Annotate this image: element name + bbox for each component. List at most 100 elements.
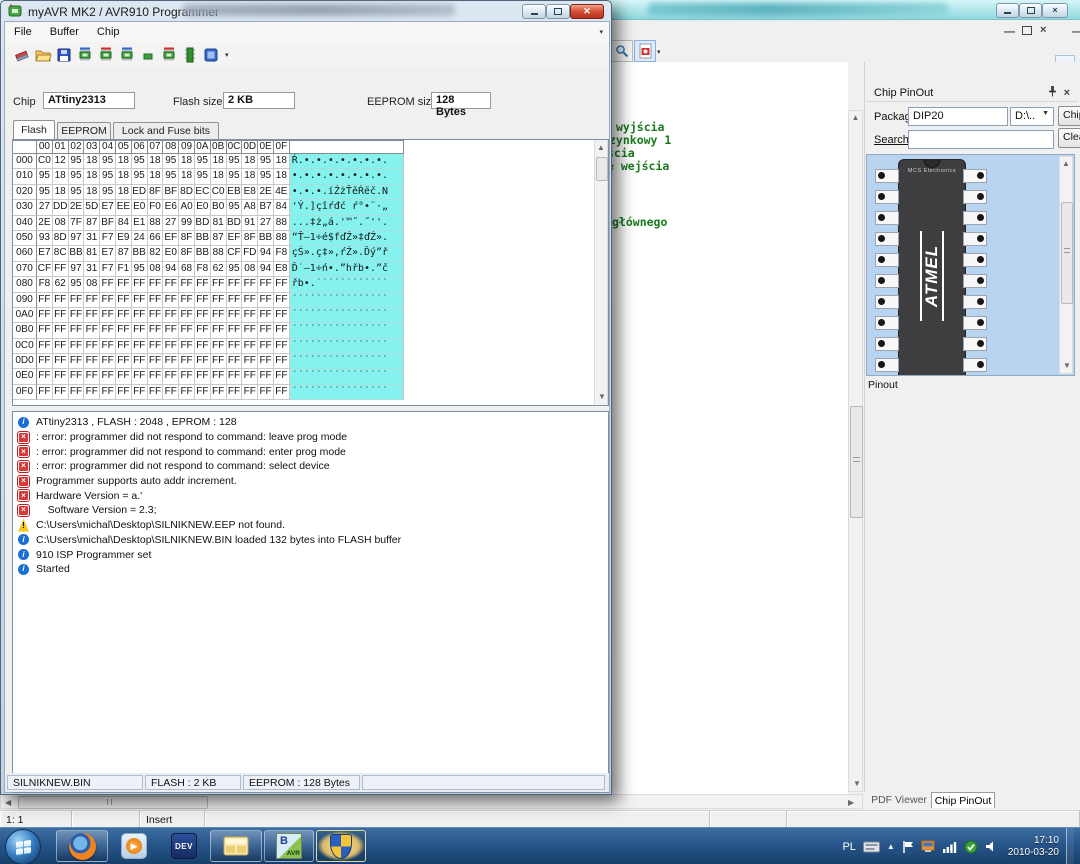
taskbar-button-dev[interactable]: DEV	[160, 830, 208, 862]
hex-byte[interactable]: FF	[53, 262, 69, 277]
editor-hscrollbar[interactable]: ◀ ▶	[0, 794, 863, 809]
hex-byte[interactable]: FF	[258, 339, 274, 354]
tab-eeprom[interactable]: EEPROM	[57, 122, 111, 139]
pdf-search-icon[interactable]	[611, 40, 633, 62]
hex-byte[interactable]: A0	[179, 200, 195, 215]
hex-ascii[interactable]: ˙˙˙˙˙˙˙˙˙˙˙˙˙˙˙˙	[290, 323, 404, 338]
hex-byte[interactable]: 2E	[37, 216, 53, 231]
hex-byte[interactable]: FF	[258, 277, 274, 292]
hex-byte[interactable]: ED	[132, 185, 148, 200]
hex-byte[interactable]: A8	[242, 200, 258, 215]
hex-byte[interactable]: E7	[100, 200, 116, 215]
hex-byte[interactable]: FF	[116, 385, 132, 400]
hex-byte[interactable]: FF	[227, 323, 243, 338]
dock-tab-pdf-viewer[interactable]: PDF Viewer	[869, 792, 929, 808]
hex-byte[interactable]: 18	[53, 169, 69, 184]
package-path-combobox[interactable]: D:\..▼	[1010, 107, 1054, 126]
hex-byte[interactable]: 95	[100, 169, 116, 184]
hex-byte[interactable]: FF	[37, 369, 53, 384]
hex-byte[interactable]: FF	[163, 293, 179, 308]
hex-byte[interactable]: FF	[53, 339, 69, 354]
editor-hscroll-thumb[interactable]	[18, 796, 208, 809]
flag-icon[interactable]	[902, 840, 914, 854]
language-indicator[interactable]: PL	[842, 841, 855, 853]
hex-byte[interactable]: 95	[227, 200, 243, 215]
hex-byte[interactable]: 12	[53, 154, 69, 169]
hex-byte[interactable]: FF	[163, 339, 179, 354]
hex-byte[interactable]: FF	[195, 339, 211, 354]
mdi-restore-button[interactable]	[1022, 26, 1032, 35]
chip-vscrollbar[interactable]: ▲ ▼	[1059, 156, 1073, 374]
hex-byte[interactable]: FF	[179, 369, 195, 384]
ide-restore-button[interactable]	[1019, 3, 1042, 18]
hex-byte[interactable]: FF	[195, 385, 211, 400]
hex-byte[interactable]: 18	[53, 185, 69, 200]
hex-byte[interactable]: 95	[69, 277, 85, 292]
hex-byte[interactable]: DD	[53, 200, 69, 215]
hex-byte[interactable]: 18	[116, 185, 132, 200]
menu-chip[interactable]: Chip	[88, 24, 129, 40]
hex-byte[interactable]: 95	[132, 169, 148, 184]
scroll-up-icon[interactable]: ▲	[849, 114, 862, 122]
hex-byte[interactable]: FF	[69, 385, 85, 400]
hex-byte[interactable]: FF	[100, 308, 116, 323]
hex-byte[interactable]: 8F	[179, 231, 195, 246]
hex-byte[interactable]: F8	[274, 246, 290, 261]
write-flash-icon[interactable]	[95, 45, 116, 65]
hex-byte[interactable]: 95	[37, 169, 53, 184]
hex-byte[interactable]: FF	[274, 323, 290, 338]
hex-byte[interactable]: FF	[37, 293, 53, 308]
hex-byte[interactable]: 95	[100, 154, 116, 169]
taskbar-button-media-player[interactable]: ▶	[110, 830, 158, 862]
clear-buffer-icon[interactable]	[11, 45, 32, 65]
hex-byte[interactable]: 88	[274, 216, 290, 231]
help-icon[interactable]	[200, 45, 221, 65]
hex-byte[interactable]: 18	[84, 169, 100, 184]
hex-byte[interactable]: F7	[100, 231, 116, 246]
hex-byte[interactable]: FF	[274, 277, 290, 292]
hex-byte[interactable]: FF	[195, 277, 211, 292]
hex-byte[interactable]: FF	[163, 385, 179, 400]
hex-byte[interactable]: FF	[179, 385, 195, 400]
blank-check-icon[interactable]	[137, 45, 158, 65]
dock-tab-chip-pinout[interactable]: Chip PinOut	[931, 792, 995, 808]
scroll-down-icon[interactable]: ▼	[1063, 362, 1071, 370]
chip-info-icon[interactable]	[179, 45, 200, 65]
hex-byte[interactable]: FF	[116, 354, 132, 369]
hex-byte[interactable]: FF	[274, 308, 290, 323]
hex-ascii[interactable]: ˙˙˙˙˙˙˙˙˙˙˙˙˙˙˙˙	[290, 385, 404, 400]
hex-byte[interactable]: 95	[258, 169, 274, 184]
hex-byte[interactable]: FF	[132, 385, 148, 400]
hex-byte[interactable]: 8F	[242, 231, 258, 246]
clock[interactable]: 17:102010-03-20	[1008, 835, 1059, 859]
hex-byte[interactable]: BB	[195, 231, 211, 246]
hex-byte[interactable]: 95	[69, 169, 85, 184]
maximize-button[interactable]	[546, 4, 570, 19]
hex-byte[interactable]: FF	[227, 354, 243, 369]
hex-byte[interactable]: 97	[69, 231, 85, 246]
hex-byte[interactable]: F8	[37, 277, 53, 292]
hex-byte[interactable]: FF	[100, 385, 116, 400]
hex-byte[interactable]: 82	[148, 246, 164, 261]
hex-byte[interactable]: C0	[211, 185, 227, 200]
hex-byte[interactable]: FF	[195, 308, 211, 323]
hex-byte[interactable]: EF	[227, 231, 243, 246]
hex-byte[interactable]: 95	[227, 262, 243, 277]
hex-byte[interactable]: FF	[100, 293, 116, 308]
hex-byte[interactable]: FF	[163, 369, 179, 384]
hex-byte[interactable]: 95	[69, 154, 85, 169]
hex-byte[interactable]: FF	[37, 354, 53, 369]
hex-byte[interactable]: 31	[84, 262, 100, 277]
scroll-down-icon[interactable]: ▼	[598, 393, 606, 401]
hex-byte[interactable]: FF	[179, 293, 195, 308]
hex-byte[interactable]: E8	[242, 185, 258, 200]
start-button[interactable]	[5, 829, 41, 864]
hex-byte[interactable]: FF	[163, 354, 179, 369]
hex-byte[interactable]: 18	[116, 169, 132, 184]
hex-ascii[interactable]: ...‡ż„á.'™˝.˝''.	[290, 216, 404, 231]
hex-byte[interactable]: 95	[227, 169, 243, 184]
hex-byte[interactable]: 95	[132, 154, 148, 169]
hex-byte[interactable]: 95	[37, 185, 53, 200]
hex-byte[interactable]: FF	[53, 385, 69, 400]
hex-ascii[interactable]: 'Ý.]çîŕđć ŕ°•¨·„	[290, 200, 404, 215]
